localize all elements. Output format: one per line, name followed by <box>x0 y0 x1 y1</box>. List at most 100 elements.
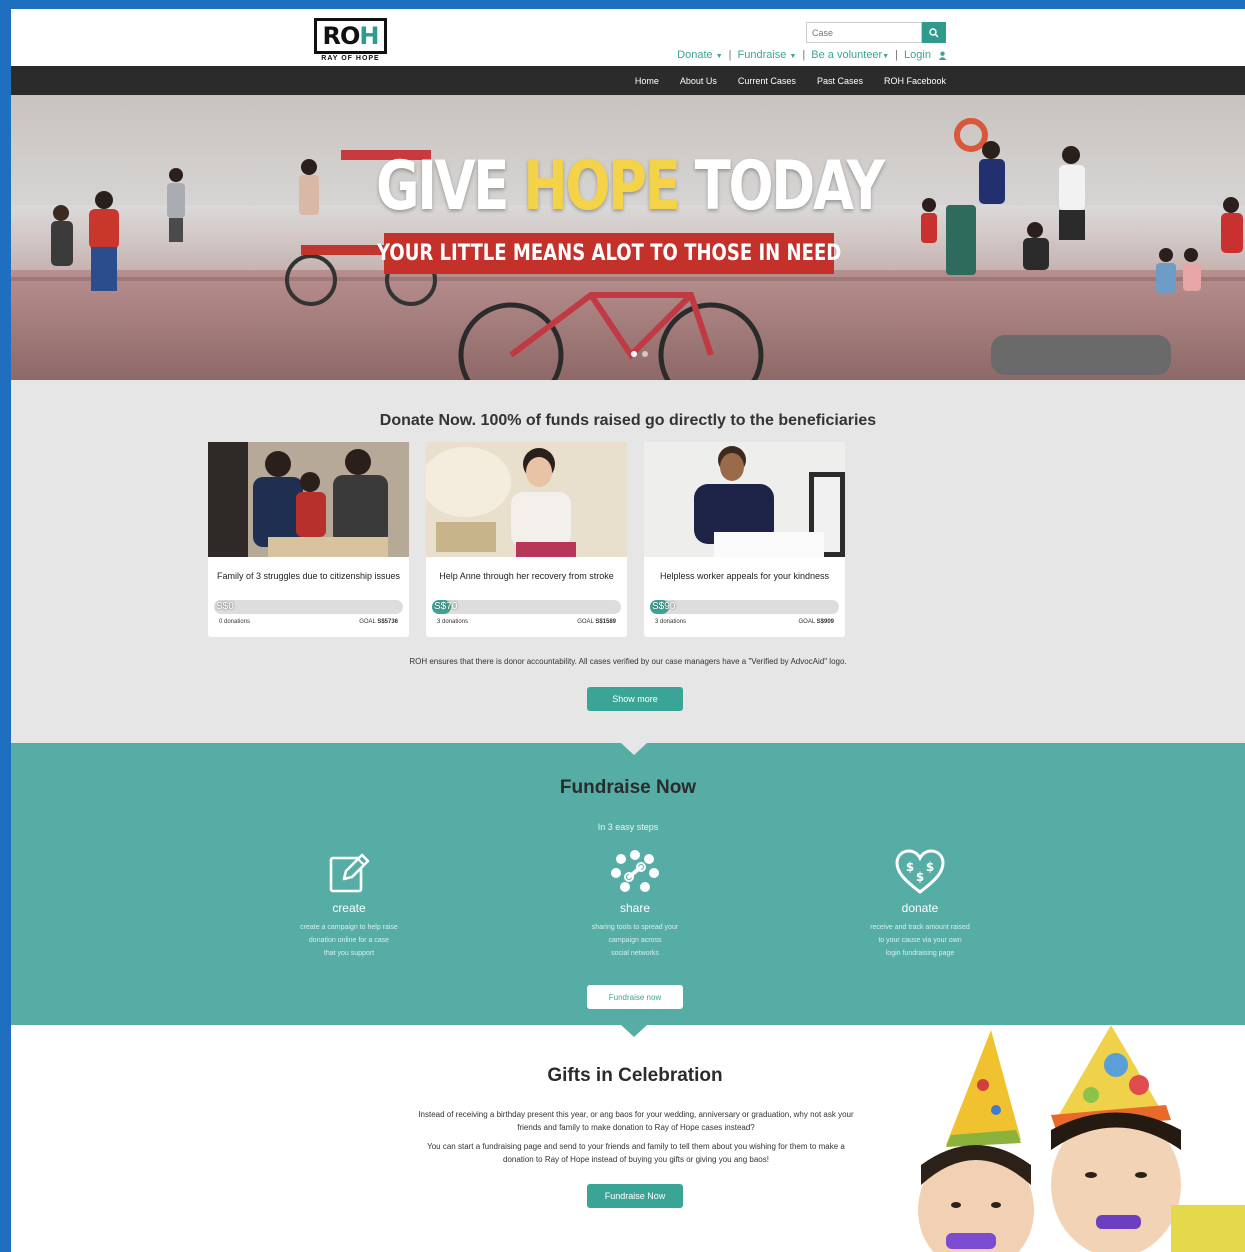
search-input[interactable] <box>806 22 922 43</box>
caret-down-icon: ▼ <box>882 53 890 60</box>
nav-home[interactable]: Home <box>635 76 659 86</box>
donate-menu-label: Donate <box>677 49 713 61</box>
step-icon: $ $ $ <box>855 847 985 897</box>
carousel-dot[interactable] <box>631 351 637 357</box>
case-image <box>421 442 627 557</box>
step-description-line: social networks <box>611 950 659 957</box>
fundraise-section: Fundraise Now In 3 easy steps create cre… <box>11 743 1245 1025</box>
progress-bar <box>432 600 621 614</box>
donate-section: Donate Now. 100% of funds raised go dire… <box>11 380 1245 743</box>
step-description-line: that you support <box>323 950 375 957</box>
nav-about-us[interactable]: About Us <box>680 76 717 86</box>
step-description-line: create a campaign to help raise <box>300 924 398 931</box>
logo-mark: RO H <box>314 18 387 54</box>
user-icon <box>938 51 947 60</box>
step-donate: $ $ $ donate receive and track amount ra… <box>855 847 985 960</box>
progress-bar <box>214 600 403 614</box>
step-label: create <box>332 901 366 915</box>
goal-label: GOAL <box>359 619 376 625</box>
case-card[interactable]: Family of 3 struggles due to citizenship… <box>208 442 409 637</box>
goal-label: GOAL <box>577 619 594 625</box>
gifts-fundraise-now-button[interactable]: Fundraise Now <box>587 1184 683 1208</box>
site-header: ROH RAY OF HOPE Donate ▼ | Fundraise ▼ |… <box>11 9 1245 66</box>
amount-raised: S$90 <box>652 601 676 612</box>
nav-past-cases[interactable]: Past Cases <box>817 76 863 86</box>
section-divider-arrow <box>621 743 647 755</box>
separator: | <box>895 49 899 61</box>
amount-raised: S$70 <box>434 601 458 612</box>
top-links: Donate ▼ | Fundraise ▼ | Be a volunteer▼… <box>677 49 947 61</box>
fundraise-menu-label: Fundraise <box>737 49 787 61</box>
step-description: sharing tools to spread your campaign ac… <box>570 921 700 960</box>
kids-party-photo <box>918 1025 1245 1252</box>
step-description-line: login fundraising page <box>885 950 955 957</box>
step-share: share sharing tools to spread your campa… <box>570 847 700 960</box>
step-description-line: sharing tools to spread your <box>591 924 679 931</box>
step-icon <box>284 847 414 897</box>
goal: GOAL S$5736 <box>359 619 398 625</box>
step-create: create create a campaign to help raise d… <box>284 847 414 960</box>
carousel-dot[interactable] <box>642 351 648 357</box>
login-link[interactable]: Login <box>904 49 947 61</box>
logo-h: H <box>359 22 379 50</box>
hero-banner-text: YOUR LITTLE MEANS ALOT TO THOSE IN NEED <box>376 241 842 266</box>
step-description: receive and track amount raised to your … <box>855 921 985 960</box>
fundraise-now-button[interactable]: Fundraise now <box>587 985 683 1009</box>
login-label: Login <box>904 49 931 61</box>
donation-count: 3 donations <box>655 619 687 625</box>
svg-text:$: $ <box>916 870 924 884</box>
heart-donate-icon: $ $ $ <box>895 849 945 894</box>
donor-accountability-note: ROH ensures that there is donor accounta… <box>409 657 847 666</box>
step-description: create a campaign to help raise donation… <box>284 921 414 960</box>
case-image <box>208 442 409 557</box>
show-more-button[interactable]: Show more <box>587 687 683 711</box>
goal-amount: S$909 <box>816 619 834 625</box>
main-nav: Home About Us Current Cases Past Cases R… <box>11 66 1245 95</box>
case-card[interactable]: Helpless worker appeals for your kindnes… <box>644 442 845 637</box>
svg-text:$: $ <box>926 860 934 874</box>
share-icon <box>611 850 659 892</box>
separator: | <box>728 49 732 61</box>
case-search <box>806 22 946 43</box>
search-icon <box>929 27 939 38</box>
gifts-paragraph: Instead of receiving a birthday present … <box>418 1110 854 1132</box>
case-card[interactable]: Help Anne through her recovery from stro… <box>421 442 627 637</box>
step-description-line: to your cause via your own <box>878 937 962 944</box>
hero-banner: YOUR LITTLE MEANS ALOT TO THOSE IN NEED <box>377 233 841 274</box>
donate-menu[interactable]: Donate ▼ <box>677 49 722 61</box>
nav-current-cases[interactable]: Current Cases <box>738 76 796 86</box>
goal: GOAL S$909 <box>799 619 834 625</box>
nav-items: Home About Us Current Cases Past Cases R… <box>635 66 946 95</box>
gifts-section: Gifts in Celebration Instead of receivin… <box>11 1025 1245 1252</box>
section-divider-arrow <box>621 1025 647 1037</box>
fundraise-menu[interactable]: Fundraise ▼ <box>738 49 797 61</box>
progress-bar <box>650 600 839 614</box>
step-description-line: donation online for a case <box>308 937 390 944</box>
separator: | <box>802 49 806 61</box>
donation-count: 3 donations <box>437 619 469 625</box>
fundraise-heading: Fundraise Now <box>559 777 697 798</box>
case-title: Helpless worker appeals for your kindnes… <box>659 571 830 581</box>
hero-title: GIVE HOPE TODAY <box>376 147 885 226</box>
volunteer-menu-label: Be a volunteer <box>811 49 883 61</box>
goal: GOAL S$1589 <box>577 619 616 625</box>
carousel-indicators <box>631 351 648 357</box>
fundraise-subtitle: In 3 easy steps <box>597 822 659 832</box>
edit-icon <box>329 853 370 893</box>
step-label: share <box>619 901 651 915</box>
volunteer-menu[interactable]: Be a volunteer▼ <box>811 49 889 61</box>
goal-amount: S$5736 <box>377 619 398 625</box>
nav-roh-facebook[interactable]: ROH Facebook <box>884 76 946 86</box>
roh-logo[interactable]: RO H RAY OF HOPE <box>314 18 387 63</box>
search-button[interactable] <box>922 22 946 43</box>
hero-carousel[interactable]: GIVE HOPE TODAY YOUR LITTLE MEANS ALOT T… <box>11 95 1245 380</box>
goal-amount: S$1589 <box>595 619 616 625</box>
caret-down-icon: ▼ <box>715 53 723 60</box>
goal-label: GOAL <box>798 619 815 625</box>
hero-title-today: TODAY <box>678 147 885 226</box>
step-description-line: campaign across <box>608 937 662 944</box>
hero-title-give: GIVE <box>376 147 524 226</box>
donate-heading: Donate Now. 100% of funds raised go dire… <box>379 412 877 429</box>
step-label: donate <box>901 901 939 915</box>
browser-page: ROH RAY OF HOPE Donate ▼ | Fundraise ▼ |… <box>11 9 1245 1252</box>
